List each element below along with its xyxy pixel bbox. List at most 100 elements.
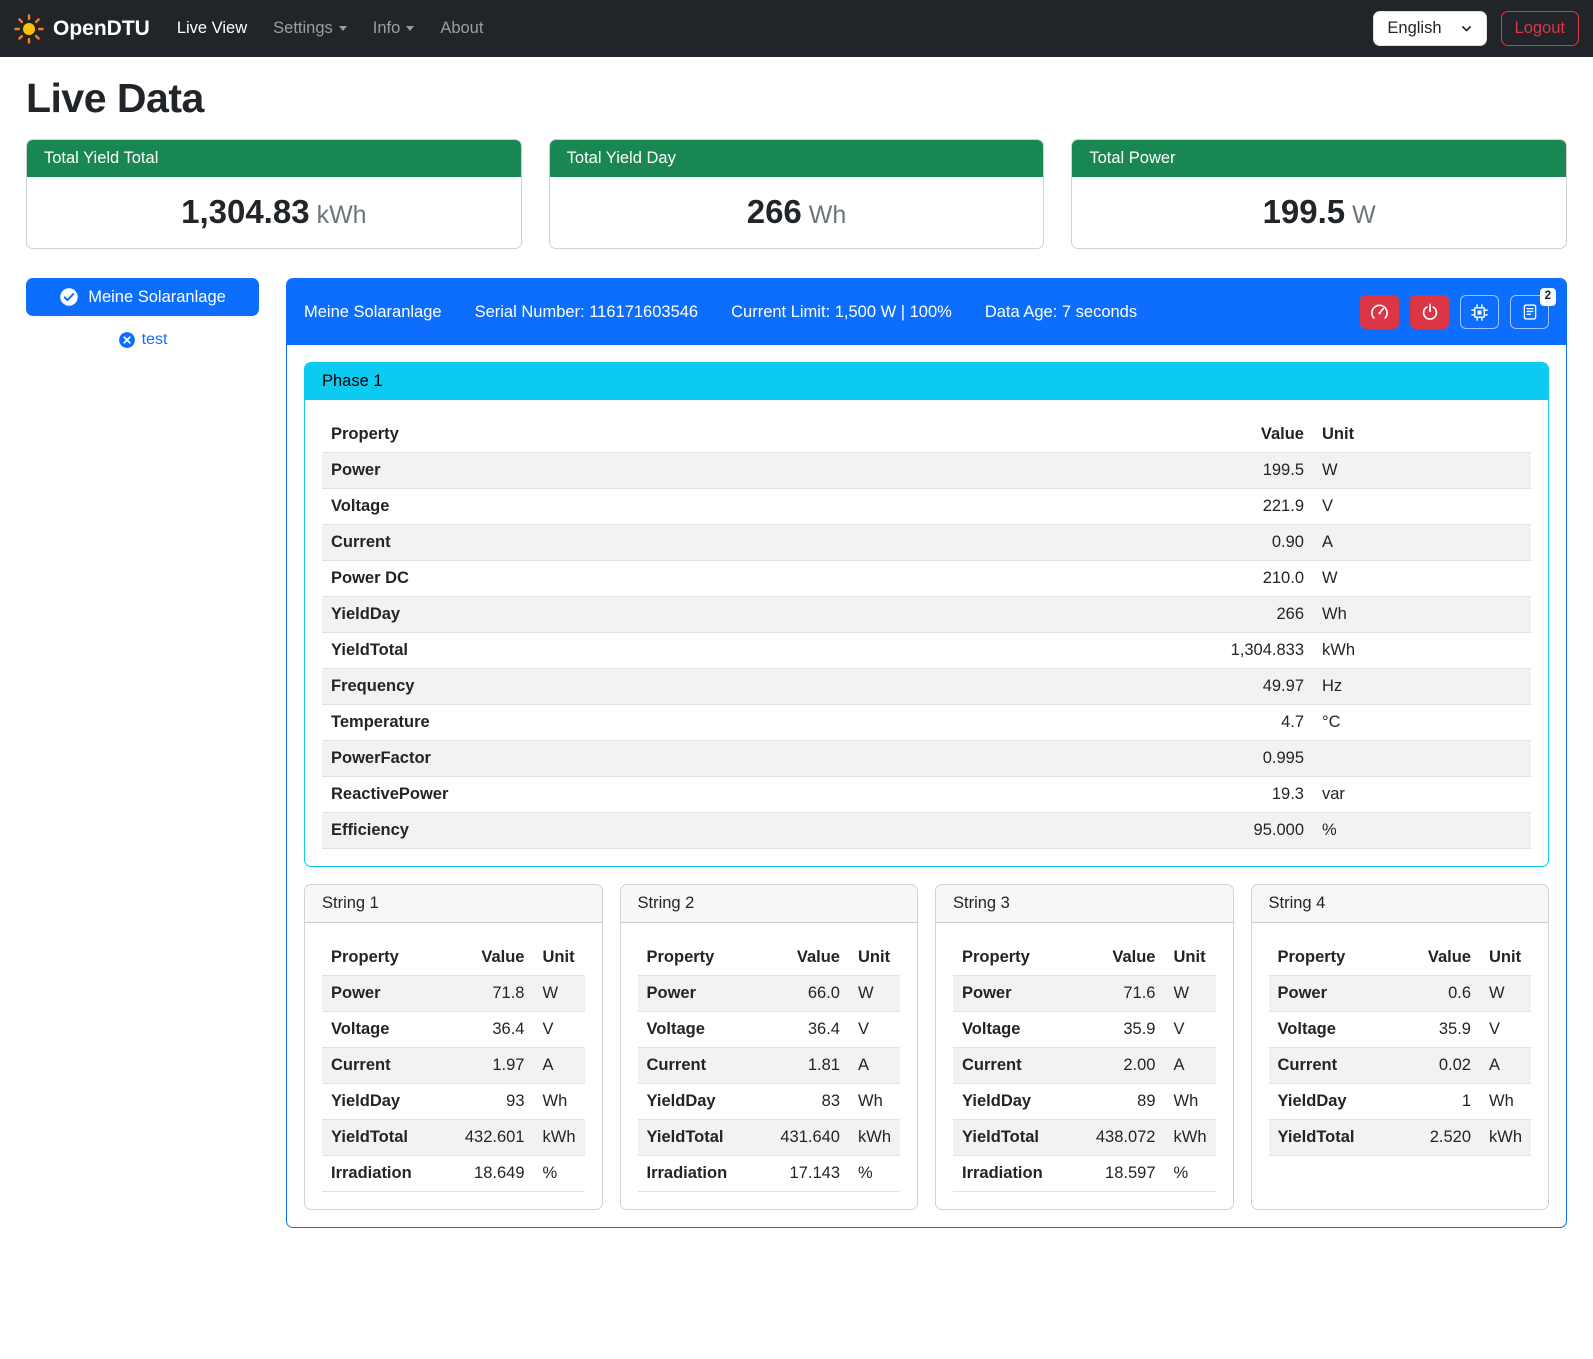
unit-cell <box>1313 741 1531 777</box>
unit-cell: Wh <box>849 1084 900 1120</box>
phase-card-title: Phase 1 <box>305 363 1548 400</box>
event-log-button[interactable]: 2 <box>1510 295 1549 329</box>
value-cell: 0.02 <box>1398 1048 1480 1084</box>
inverter-data-age: Data Age: 7 seconds <box>985 303 1137 322</box>
string-card-4: String 4 Property Value Unit <box>1251 884 1550 1210</box>
table-row: Voltage 35.9 V <box>953 1012 1216 1048</box>
nav-info[interactable]: Info <box>360 11 428 46</box>
summary-cards: Total Yield Total 1,304.83kWh Total Yiel… <box>26 139 1567 249</box>
unit-cell: A <box>534 1048 585 1084</box>
table-row: YieldDay 89 Wh <box>953 1084 1216 1120</box>
language-value: English <box>1387 19 1441 38</box>
col-header-property: Property <box>322 940 452 976</box>
table-row: Power 66.0 W <box>638 976 901 1012</box>
value-cell: 0.6 <box>1398 976 1480 1012</box>
inverter-item-test[interactable]: test <box>26 331 259 349</box>
value-cell: 4.7 <box>1163 705 1313 741</box>
limit-settings-button[interactable] <box>1360 295 1399 329</box>
summary-unit: kWh <box>317 201 367 229</box>
unit-cell: % <box>1313 813 1531 849</box>
unit-cell: W <box>1313 453 1531 489</box>
power-button[interactable] <box>1410 295 1449 329</box>
col-header-unit: Unit <box>534 940 585 976</box>
summary-card-yield-day: Total Yield Day 266Wh <box>549 139 1045 249</box>
table-header-row: Property Value Unit <box>953 940 1216 976</box>
property-cell: YieldDay <box>1269 1084 1399 1120</box>
property-cell: Irradiation <box>322 1156 452 1192</box>
brand[interactable]: OpenDTU <box>14 14 150 44</box>
property-cell: Voltage <box>953 1012 1083 1048</box>
unit-cell: kWh <box>849 1120 900 1156</box>
table-row: Current 0.02 A <box>1269 1048 1532 1084</box>
main-row: Meine Solaranlage test Meine Solaranlage… <box>26 278 1567 1248</box>
journal-text-icon <box>1521 303 1539 321</box>
table-header-row: Property Value Unit <box>322 417 1531 453</box>
property-cell: YieldTotal <box>322 1120 452 1156</box>
property-cell: Power <box>322 453 1163 489</box>
inverter-serial: Serial Number: 116171603546 <box>475 303 699 322</box>
table-row: YieldTotal 432.601 kWh <box>322 1120 585 1156</box>
x-circle-icon[interactable] <box>118 331 136 349</box>
inverter-selected-button[interactable]: Meine Solaranlage <box>26 278 259 316</box>
property-cell: Current <box>322 1048 452 1084</box>
table-row: YieldTotal 2.520 kWh <box>1269 1120 1532 1156</box>
summary-card-title: Total Yield Day <box>550 140 1044 177</box>
value-cell: 18.649 <box>452 1156 534 1192</box>
table-row: PowerFactor 0.995 <box>322 741 1531 777</box>
value-cell: 71.6 <box>1083 976 1165 1012</box>
unit-cell: % <box>534 1156 585 1192</box>
value-cell: 1,304.833 <box>1163 633 1313 669</box>
logout-button[interactable]: Logout <box>1501 11 1579 46</box>
property-cell: Power <box>953 976 1083 1012</box>
device-info-button[interactable] <box>1460 295 1499 329</box>
value-cell: 36.4 <box>767 1012 849 1048</box>
value-cell: 199.5 <box>1163 453 1313 489</box>
property-cell: YieldTotal <box>322 633 1163 669</box>
table-row: YieldDay 266 Wh <box>322 597 1531 633</box>
unit-cell: W <box>534 976 585 1012</box>
value-cell: 0.995 <box>1163 741 1313 777</box>
unit-cell: A <box>1313 525 1531 561</box>
table-row: Voltage 221.9 V <box>322 489 1531 525</box>
value-cell: 432.601 <box>452 1120 534 1156</box>
language-select[interactable]: English <box>1373 11 1486 46</box>
unit-cell: Wh <box>534 1084 585 1120</box>
col-header-unit: Unit <box>1480 940 1531 976</box>
col-header-value: Value <box>452 940 534 976</box>
property-cell: Voltage <box>322 489 1163 525</box>
nav-info-label: Info <box>373 19 401 37</box>
nav-live-view[interactable]: Live View <box>164 11 260 46</box>
table-row: YieldTotal 431.640 kWh <box>638 1120 901 1156</box>
table-row: Power 71.6 W <box>953 976 1216 1012</box>
nav-about[interactable]: About <box>427 11 496 46</box>
table-row: YieldDay 1 Wh <box>1269 1084 1532 1120</box>
string-table: Property Value Unit Power 71.6 <box>953 940 1216 1192</box>
value-cell: 1 <box>1398 1084 1480 1120</box>
strings-row: String 1 Property Value Unit <box>304 884 1549 1210</box>
unit-cell: V <box>849 1012 900 1048</box>
string-card-title: String 3 <box>936 885 1233 923</box>
string-table: Property Value Unit Power 66.0 <box>638 940 901 1192</box>
inverter-limit: Current Limit: 1,500 W | 100% <box>731 303 952 322</box>
nav-settings[interactable]: Settings <box>260 11 360 46</box>
string-table: Property Value Unit Power 0.6 <box>1269 940 1532 1156</box>
summary-unit: Wh <box>809 201 847 229</box>
table-row: Voltage 36.4 V <box>322 1012 585 1048</box>
property-cell: Voltage <box>638 1012 768 1048</box>
inverter-selected-label: Meine Solaranlage <box>88 288 226 307</box>
property-cell: PowerFactor <box>322 741 1163 777</box>
unit-cell: A <box>849 1048 900 1084</box>
unit-cell: kWh <box>1480 1120 1531 1156</box>
property-cell: Voltage <box>322 1012 452 1048</box>
summary-card-total-power: Total Power 199.5W <box>1071 139 1567 249</box>
summary-value: 266 <box>747 193 802 230</box>
summary-card-body: 1,304.83kWh <box>27 177 521 248</box>
inverter-card-header: Meine Solaranlage Serial Number: 1161716… <box>287 279 1566 345</box>
value-cell: 266 <box>1163 597 1313 633</box>
property-cell: YieldDay <box>638 1084 768 1120</box>
value-cell: 95.000 <box>1163 813 1313 849</box>
table-row: Power 0.6 W <box>1269 976 1532 1012</box>
property-cell: Power DC <box>322 561 1163 597</box>
value-cell: 0.90 <box>1163 525 1313 561</box>
table-row: Power DC 210.0 W <box>322 561 1531 597</box>
